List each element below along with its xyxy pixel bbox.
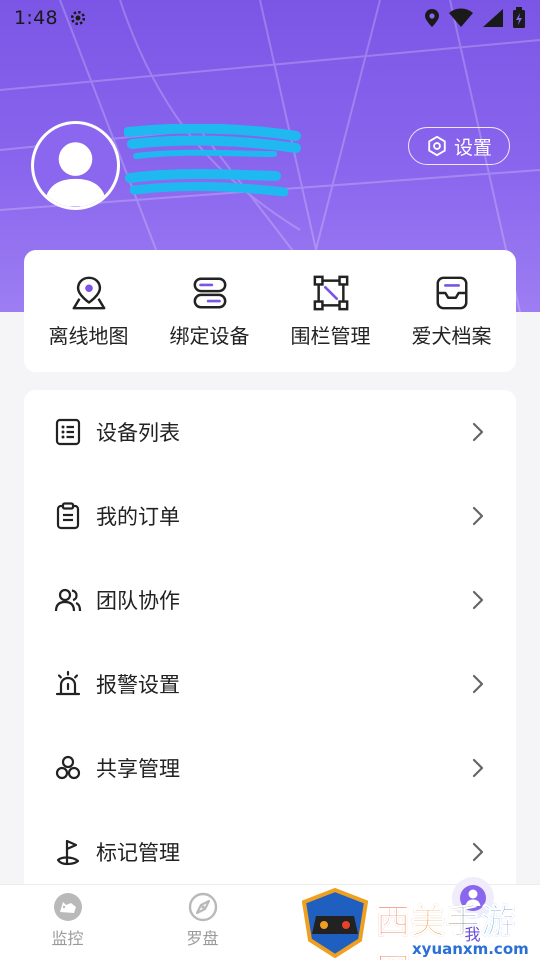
nav-monitor[interactable]: 监控	[0, 891, 135, 949]
chevron-right-icon	[472, 674, 484, 694]
chevron-right-icon	[472, 842, 484, 862]
status-bar: 1:48	[0, 0, 540, 36]
watermark-shield-icon	[301, 887, 369, 959]
chevron-right-icon	[472, 422, 484, 442]
map-pin-icon	[72, 276, 105, 309]
signal-icon	[483, 9, 503, 27]
quick-label-pet-profile: 爱犬档案	[411, 323, 492, 348]
quick-offline-map[interactable]: 离线地图	[29, 274, 149, 349]
quick-bind-device[interactable]: 绑定设备	[150, 274, 270, 349]
flag-icon	[56, 839, 80, 866]
battery-icon	[513, 7, 525, 28]
device-bind-icon	[193, 277, 226, 308]
menu-mark-manage[interactable]: 标记管理	[24, 810, 516, 890]
menu-alarm-settings[interactable]: 报警设置	[24, 642, 516, 726]
menu-label-my-orders: 我的订单	[96, 505, 180, 529]
settings-button-label: 设置	[453, 136, 492, 159]
fence-icon	[313, 275, 348, 310]
monitor-dog-icon	[53, 893, 82, 921]
menu-share-manage[interactable]: 共享管理	[24, 726, 516, 810]
location-icon	[425, 9, 439, 27]
alarm-icon	[55, 670, 81, 696]
wifi-icon	[449, 8, 473, 27]
quick-fence-manage[interactable]: 围栏管理	[271, 274, 391, 349]
quick-label-bind-device: 绑定设备	[169, 323, 250, 348]
settings-hex-icon	[428, 135, 446, 157]
quick-actions-card: 离线地图 绑定设备 围栏管理 爱犬档案	[24, 250, 516, 372]
compass-icon	[188, 892, 217, 922]
menu-label-alarm-settings: 报警设置	[96, 673, 180, 697]
clipboard-icon	[56, 502, 80, 530]
menu-team-collab[interactable]: 团队协作	[24, 558, 516, 642]
watermark: 西美手游网 xyuanxm.com	[300, 887, 540, 960]
pet-profile-icon	[436, 276, 467, 309]
menu-list-card: 设备列表 我的订单 团队协作 报警设置 共享管理 标记管理	[24, 390, 516, 890]
quick-label-offline-map: 离线地图	[48, 323, 129, 348]
menu-label-team-collab: 团队协作	[96, 589, 180, 613]
menu-label-device-list: 设备列表	[96, 421, 180, 445]
user-avatar-icon	[43, 142, 108, 207]
menu-my-orders[interactable]: 我的订单	[24, 474, 516, 558]
chevron-right-icon	[472, 590, 484, 610]
menu-label-share-manage: 共享管理	[96, 757, 180, 781]
nav-label-compass: 罗盘	[186, 929, 219, 948]
nav-label-monitor: 监控	[51, 929, 84, 948]
share-icon	[55, 755, 81, 780]
watermark-url: xyuanxm.com	[412, 940, 529, 958]
quick-pet-profile[interactable]: 爱犬档案	[392, 274, 512, 349]
chevron-right-icon	[472, 758, 484, 778]
menu-device-list[interactable]: 设备列表	[24, 390, 516, 474]
list-icon	[55, 418, 81, 446]
chevron-right-icon	[472, 506, 484, 526]
settings-gear-icon	[70, 10, 85, 26]
status-time: 1:48	[14, 7, 58, 29]
settings-button[interactable]: 设置	[408, 127, 510, 165]
team-icon	[54, 588, 82, 612]
menu-label-mark-manage: 标记管理	[96, 841, 180, 865]
username-redacted	[124, 124, 301, 197]
avatar[interactable]	[31, 121, 120, 210]
status-icons	[424, 7, 526, 29]
quick-label-fence-manage: 围栏管理	[290, 323, 371, 348]
nav-compass[interactable]: 罗盘	[135, 891, 270, 949]
